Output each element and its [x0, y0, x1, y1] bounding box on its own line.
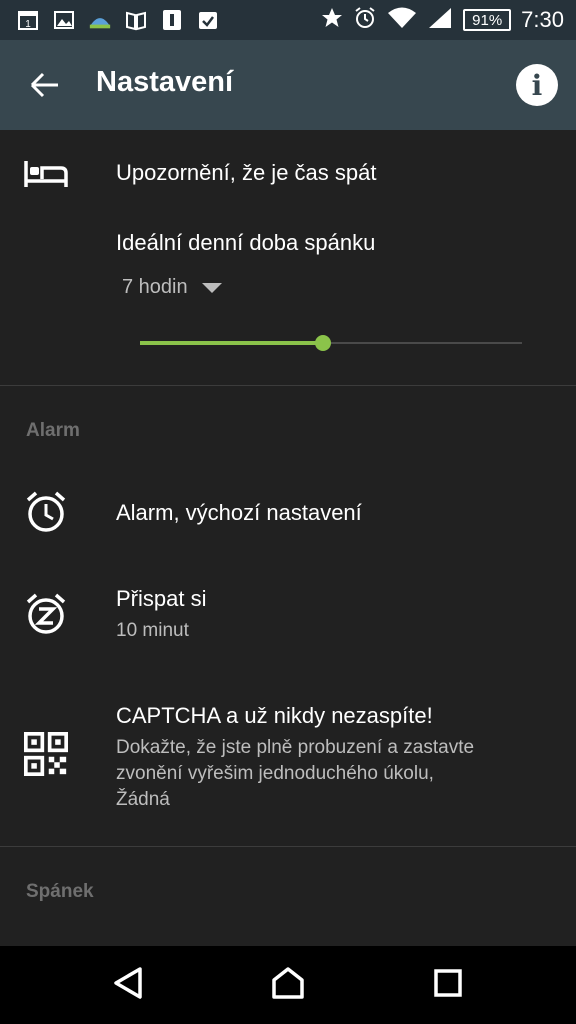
- divider: [0, 846, 576, 847]
- snooze-title: Přispat si: [116, 586, 207, 611]
- notification-icons: 1: [0, 9, 220, 31]
- alarm-icon: [353, 6, 377, 34]
- captcha-title: CAPTCHA a už nikdy nezaspíte!: [116, 703, 433, 728]
- wifi-icon: [387, 6, 417, 34]
- book-icon: [124, 9, 148, 31]
- recents-square-icon: [433, 968, 463, 1002]
- signal-icon: [427, 6, 453, 34]
- back-button[interactable]: [28, 70, 62, 100]
- star-icon: [321, 7, 343, 33]
- alarm-defaults-title: Alarm, výchozí nastavení: [116, 500, 362, 525]
- slider-thumb[interactable]: [315, 335, 332, 351]
- battery-indicator: 91%: [463, 9, 512, 31]
- image-icon: [52, 9, 76, 31]
- svg-text:1: 1: [25, 19, 31, 30]
- divider: [0, 385, 576, 386]
- nav-recents-button[interactable]: [428, 966, 468, 1004]
- arrow-left-icon: [28, 72, 62, 104]
- ideal-sleep-title: Ideální denní doba spánku: [116, 230, 376, 255]
- nav-back-button[interactable]: [108, 966, 148, 1004]
- page-title: Nastavení: [96, 66, 234, 98]
- section-header-sleep: Spánek: [26, 881, 94, 902]
- weather-icon: [88, 9, 112, 31]
- clock: 7:30: [521, 7, 564, 32]
- checkbox-icon: [196, 9, 220, 31]
- captcha-subtitle-line-2: zvonění vyřešim jednoduchého úkolu,: [116, 763, 434, 784]
- alarm-clock-icon: [24, 490, 68, 534]
- bed-icon: [24, 152, 68, 196]
- app-bar: Nastavení i: [0, 40, 576, 130]
- sleep-reminder-title: Upozornění, že je čas spát: [116, 160, 377, 185]
- status-bar: 1 91% 7:30: [0, 0, 576, 40]
- dropdown-arrow-icon: [201, 282, 222, 293]
- back-triangle-icon: [112, 966, 144, 1004]
- sleep-duration-dropdown[interactable]: 7 hodin: [122, 276, 222, 299]
- snooze-icon: [24, 592, 68, 636]
- home-icon: [270, 966, 306, 1004]
- calendar-icon: 1: [16, 9, 40, 31]
- system-icons: 91% 7:30: [321, 0, 564, 40]
- section-header-alarm: Alarm: [26, 420, 80, 441]
- qr-code-icon: [24, 732, 68, 776]
- captcha-subtitle-line-1: Dokažte, že jste plně probuzení a zastav…: [116, 737, 475, 758]
- info-icon: i: [531, 68, 543, 102]
- sleep-duration-slider[interactable]: [140, 335, 522, 351]
- app-icon: [160, 9, 184, 31]
- info-button[interactable]: i: [516, 64, 558, 106]
- snooze-subtitle: 10 minut: [116, 620, 189, 641]
- navigation-bar: [0, 946, 576, 1024]
- sleep-duration-value: 7 hodin: [122, 276, 188, 298]
- captcha-subtitle-line-3: Žádná: [116, 789, 170, 810]
- slider-fill: [140, 341, 324, 345]
- nav-home-button[interactable]: [268, 966, 308, 1004]
- settings-list: Upozornění, že je čas spát Ideální denní…: [0, 130, 576, 946]
